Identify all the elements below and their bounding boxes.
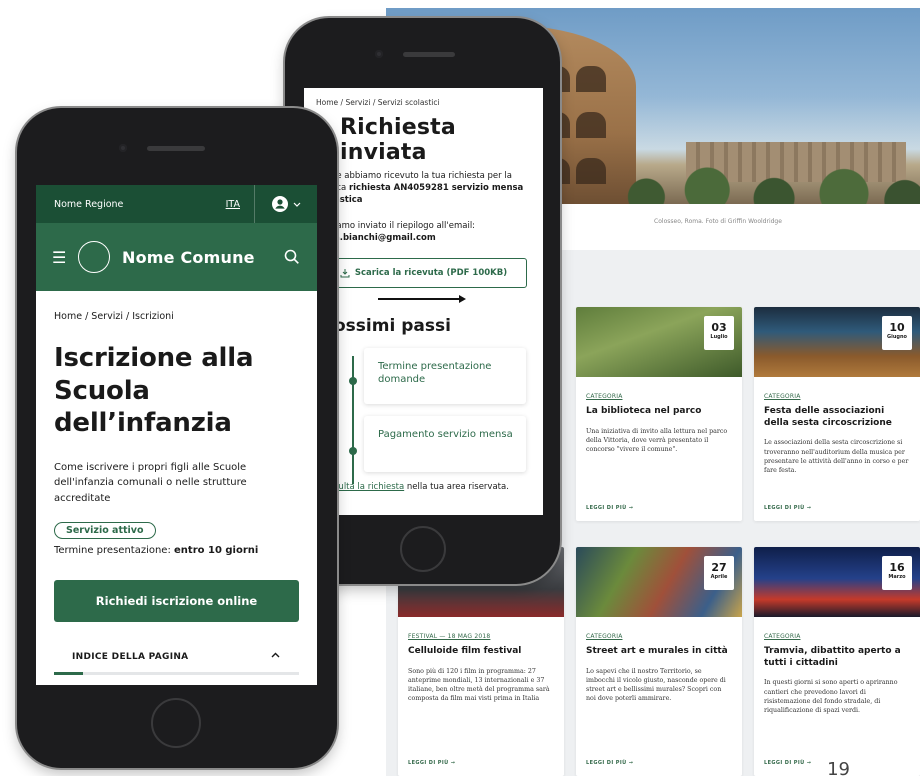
chevron-down-icon	[293, 202, 300, 207]
page-title: Iscrizione alla Scuola dell’infanzia	[54, 343, 254, 438]
speaker-grille	[147, 146, 205, 151]
card-description: Una iniziativa di invito alla lettura ne…	[586, 427, 728, 453]
municipality-logo[interactable]	[78, 241, 110, 273]
card-description: In questi giorni si sono aperti o aprira…	[764, 679, 898, 714]
page-index-label: INDICE DELLA PAGINA	[72, 652, 189, 662]
camera-icon	[375, 50, 383, 58]
region-bar: Nome Regione ITA	[36, 185, 317, 223]
email-text: iamo inviato il riepilogo all'email: a.b…	[334, 221, 539, 245]
card-image: 27 Aprile	[576, 547, 742, 617]
download-receipt-label: Scarica la ricevuta (PDF 100KB)	[354, 268, 508, 279]
date-month: Giugno	[887, 334, 907, 340]
card-library[interactable]: 03 Luglio CATEGORIA La biblioteca nel pa…	[576, 307, 742, 521]
date-day: 10	[889, 321, 905, 334]
page-index-toggle[interactable]: INDICE DELLA PAGINA	[72, 652, 280, 662]
site-header: ☰ Nome Comune	[36, 223, 317, 291]
read-more-link[interactable]: LEGGI DI PIÙ →	[764, 505, 811, 511]
deadline-label: Termine presentazione:	[54, 545, 175, 556]
download-icon	[340, 269, 350, 278]
page-title: Richiesta inviata	[340, 115, 456, 165]
user-menu[interactable]	[255, 196, 317, 212]
search-icon[interactable]	[283, 248, 301, 266]
confirmation-text-line: ie abbiamo ricevuto la tua richiesta per…	[334, 171, 512, 181]
date-badge: 16 Marzo	[882, 556, 912, 590]
card-title[interactable]: Festa delle associazioni della sesta cir…	[764, 406, 910, 429]
date-badge: 03 Luglio	[704, 316, 734, 350]
card-category[interactable]: FESTIVAL — 18 MAG 2018	[408, 633, 554, 640]
speaker-grille	[403, 52, 455, 57]
mockup-stage: Colosseo, Roma. Foto di Griffin Wooldrid…	[0, 0, 920, 776]
card-category[interactable]: CATEGORIA	[586, 393, 732, 400]
footer-text-rest: nella tua area riservata.	[404, 482, 509, 493]
card-image: 03 Luglio	[576, 307, 742, 377]
card-title[interactable]: Tramvia, dibattito aperto a tutti i citt…	[764, 646, 910, 669]
email-value: a.bianchi@gmail.com	[334, 232, 436, 243]
card-title[interactable]: Street art e murales in città	[586, 646, 732, 658]
date-month: Aprile	[710, 574, 728, 580]
index-progress-bar	[54, 672, 299, 675]
view-request-link[interactable]: sulta la richiesta	[334, 482, 404, 492]
date-month: Marzo	[888, 574, 906, 580]
card-description: Lo sapevi che il nostro Territorio, se i…	[586, 667, 726, 703]
user-icon	[271, 196, 288, 212]
timeline-dot	[349, 377, 357, 385]
home-button[interactable]	[400, 526, 446, 572]
deadline-value: entro 10 giorni	[174, 545, 259, 556]
status-badge: Servizio attivo	[54, 522, 156, 539]
date-day: 27	[711, 561, 727, 574]
region-name[interactable]: Nome Regione	[54, 199, 226, 210]
card-street-art[interactable]: 27 Aprile CATEGORIA Street art e murales…	[576, 547, 742, 776]
card-category[interactable]: CATEGORIA	[764, 633, 910, 640]
home-button[interactable]	[151, 698, 201, 748]
phone-screen: Nome Regione ITA ☰ Nome Comune Home / Se…	[36, 185, 317, 685]
breadcrumb[interactable]: Home / Servizi / Iscrizioni	[54, 311, 317, 322]
municipality-name[interactable]: Nome Comune	[122, 248, 283, 267]
card-description: Le associazioni della sesta circoscrizio…	[764, 439, 909, 474]
card-category[interactable]: CATEGORIA	[586, 633, 732, 640]
download-receipt-button[interactable]: Scarica la ricevuta (PDF 100KB)	[320, 258, 527, 289]
read-more-link[interactable]: LEGGI DI PIÙ →	[764, 760, 811, 766]
phone-school-enrollment: Nome Regione ITA ☰ Nome Comune Home / Se…	[17, 108, 337, 768]
card-image: 16 Marzo	[754, 547, 920, 617]
next-steps-title: ossimi passi	[334, 316, 451, 337]
date-day: 03	[711, 321, 727, 334]
page-description: Come iscrivere i propri figli alle Scuol…	[54, 461, 247, 504]
timeline-line	[352, 356, 354, 484]
camera-icon	[119, 144, 127, 152]
footer-text: sulta la richiesta nella tua area riserv…	[334, 482, 543, 492]
trees-illustration	[616, 134, 920, 204]
date-badge: 10 Giugno	[882, 316, 912, 350]
card-festa-associazioni[interactable]: 10 Giugno CATEGORIA Festa delle associaz…	[754, 307, 920, 521]
date-badge: 27 Aprile	[704, 556, 734, 590]
arrow-annotation	[378, 295, 466, 304]
index-progress-fill	[54, 672, 84, 675]
date-day: 16	[889, 561, 905, 574]
card-tramvia[interactable]: 16 Marzo CATEGORIA Tramvia, dibattito ap…	[754, 547, 920, 776]
date-month: Luglio	[710, 334, 728, 340]
confirmation-text: ie abbiamo ricevuto la tua richiesta per…	[334, 171, 539, 207]
read-more-link[interactable]: LEGGI DI PIÙ →	[586, 505, 633, 511]
card-title[interactable]: Celluloide film festival	[408, 646, 554, 658]
card-image: 10 Giugno	[754, 307, 920, 377]
step-card: Termine presentazione domande	[364, 348, 526, 405]
request-id-tail: astica	[334, 194, 363, 205]
card-description: Sono più di 120 i film in programma: 27 …	[408, 667, 550, 703]
card-title[interactable]: La biblioteca nel parco	[586, 406, 732, 418]
language-switch[interactable]: ITA	[226, 199, 240, 210]
chevron-up-icon	[271, 652, 280, 658]
request-id: richiesta AN4059281 servizio mensa	[348, 182, 524, 193]
menu-icon[interactable]: ☰	[52, 248, 78, 267]
read-more-link[interactable]: LEGGI DI PIÙ →	[408, 760, 455, 766]
email-label: iamo inviato il riepilogo all'email:	[334, 220, 476, 231]
timeline-dot	[349, 447, 357, 455]
slide-page-number: 19	[827, 759, 850, 776]
breadcrumb[interactable]: Home / Servizi / Servizi scolastici	[316, 98, 543, 107]
enroll-online-button[interactable]: Richiedi iscrizione online	[54, 580, 299, 622]
read-more-link[interactable]: LEGGI DI PIÙ →	[586, 760, 633, 766]
phone-screen: Home / Servizi / Servizi scolastici Rich…	[304, 88, 543, 515]
step-card: Pagamento servizio mensa	[364, 416, 526, 473]
submission-deadline: Termine presentazione: entro 10 giorni	[54, 545, 317, 556]
card-category[interactable]: CATEGORIA	[764, 393, 910, 400]
